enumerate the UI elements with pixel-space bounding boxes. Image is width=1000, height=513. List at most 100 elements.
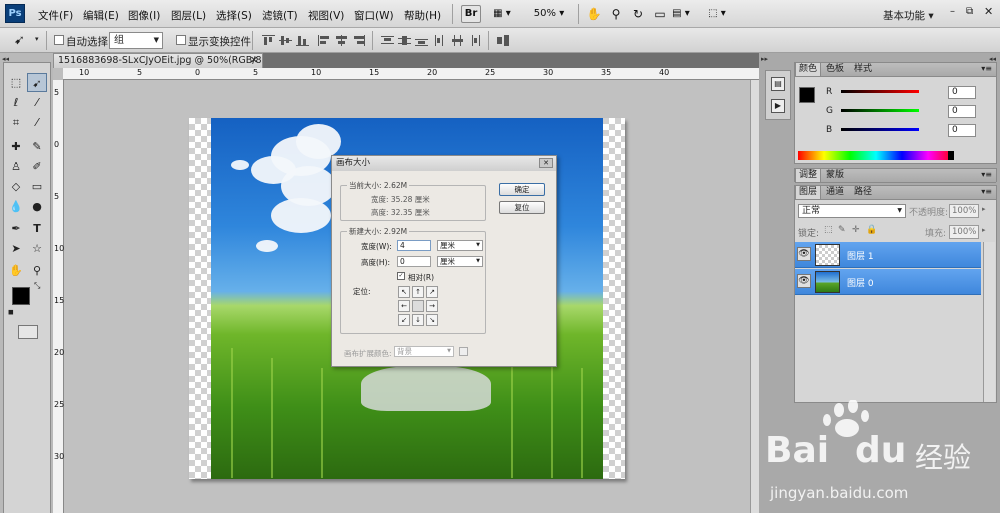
auto-select-checkbox[interactable] [54,35,64,45]
workspace-switcher[interactable]: 基本功能 ▾ [883,8,934,23]
relative-checkbox[interactable]: ✓ [397,272,405,280]
distribute-vcenter-icon[interactable] [398,35,411,46]
slider-r[interactable]: R 0 [826,86,986,100]
distribute-bottom-icon[interactable] [415,35,428,46]
panel-menu-icon[interactable]: ▾≡ [981,170,992,179]
slider-b-track[interactable] [841,128,919,131]
menu-view[interactable]: 视图(V) [308,8,344,23]
distribute-top-icon[interactable] [381,35,394,46]
ok-button[interactable]: 确定 [499,183,545,196]
tab-color[interactable]: 颜色 [795,63,822,76]
slider-g-value[interactable]: 0 [948,105,976,118]
anchor-w-icon[interactable]: ← [398,300,410,312]
align-vcenter-icon[interactable] [279,35,292,46]
color-spectrum-bar[interactable] [798,151,954,160]
eyedropper-tool-icon[interactable]: ⁄ [27,113,47,132]
quick-mask-icon[interactable] [18,325,38,339]
brush-tool-icon[interactable]: ✎ [27,137,47,156]
menu-image[interactable]: 图像(I) [128,8,160,23]
tab-styles[interactable]: 样式 [851,63,875,76]
color-foreground-swatch[interactable] [799,87,815,103]
zoom-tool-icon[interactable]: ⚲ [27,261,47,280]
tab-paths[interactable]: 路径 [851,186,875,199]
blend-mode-select[interactable]: 正常 ▼ [798,204,906,218]
anchor-nw-icon[interactable]: ↖ [398,286,410,298]
distribute-right-icon[interactable] [468,35,481,46]
layer-row[interactable]: 👁 图层 0 [795,269,981,295]
align-hcenter-icon[interactable] [335,35,348,46]
chevron-down-icon[interactable]: ▾ [35,35,39,43]
layer-row[interactable]: 👁 图层 1 [795,242,981,268]
crop-tool-icon[interactable]: ⌗ [6,113,26,132]
screen-mode-button[interactable]: ⬚ ▾ [702,5,732,23]
lock-position-icon[interactable]: ✛ [852,225,860,235]
slider-b-value[interactable]: 0 [948,124,976,137]
eraser-tool-icon[interactable]: ◇ [6,177,26,196]
menu-file[interactable]: 文件(F) [38,8,73,23]
panel-menu-icon[interactable]: ▾≡ [981,187,992,196]
fill-input[interactable]: 100% [949,225,979,239]
magic-wand-tool-icon[interactable]: ⁄ [27,93,47,112]
align-top-icon[interactable] [262,35,275,46]
blur-tool-icon[interactable]: 💧 [6,197,26,216]
path-selection-tool-icon[interactable]: ➤ [6,239,26,258]
tab-adjustments[interactable]: 调整 [795,169,822,182]
slider-r-track[interactable] [841,90,919,93]
history-panel-icon[interactable]: ▤ [771,77,785,91]
vertical-scrollbar[interactable] [750,80,759,513]
slider-r-value[interactable]: 0 [948,86,976,99]
lock-pixels-icon[interactable]: ✎ [838,225,846,235]
shape-tool-icon[interactable]: ☆ [27,239,47,258]
type-tool-icon[interactable]: T [27,219,47,238]
arrange-documents-button[interactable]: ▤ ▾ [664,5,698,23]
bridge-button[interactable]: Br [461,5,481,23]
anchor-sw-icon[interactable]: ↙ [398,314,410,326]
reset-button[interactable]: 复位 [499,201,545,214]
eye-icon[interactable]: 👁 [797,247,811,261]
spectrum-black[interactable] [948,151,954,160]
menu-select[interactable]: 选择(S) [216,8,252,23]
anchor-se-icon[interactable]: ↘ [426,314,438,326]
move-tool-icon[interactable]: ➹ [27,73,47,92]
healing-brush-tool-icon[interactable]: ✚ [6,137,26,156]
clone-stamp-tool-icon[interactable]: ♙ [6,157,26,176]
anchor-e-icon[interactable]: → [426,300,438,312]
zoom-level-dropdown[interactable]: 50% ▾ [528,5,570,23]
anchor-n-icon[interactable]: ↑ [412,286,424,298]
distribute-hcenter-icon[interactable] [451,35,464,46]
dodge-tool-icon[interactable]: ● [27,197,47,216]
lasso-tool-icon[interactable]: ℓ [6,93,26,112]
eye-icon[interactable]: 👁 [797,274,811,288]
view-extras-button[interactable]: ▦ ▾ [487,5,517,23]
slider-b[interactable]: B 0 [826,124,986,138]
slider-g-track[interactable] [841,109,919,112]
align-left-icon[interactable] [318,35,331,46]
marquee-tool-icon[interactable]: ⬚ [6,73,26,92]
hand-tool-icon[interactable]: ✋ [585,5,603,23]
close-tab-icon[interactable]: ✕ [250,54,258,67]
layers-scrollbar[interactable] [983,242,995,402]
history-brush-tool-icon[interactable]: ✐ [27,157,47,176]
tab-channels[interactable]: 通道 [823,186,847,199]
tab-masks[interactable]: 蒙版 [823,169,847,182]
actions-panel-icon[interactable]: ▶ [771,99,785,113]
default-colors-icon[interactable]: ◼ [8,308,14,316]
foreground-color-swatch[interactable] [12,287,30,305]
collapse-arrows-icon[interactable]: ▸▸ [761,55,768,63]
chevron-right-icon[interactable]: ▸ [982,205,986,213]
menu-layer[interactable]: 图层(L) [171,8,206,23]
height-unit-select[interactable]: 厘米 ▼ [437,256,483,267]
close-icon[interactable]: ✕ [984,5,993,18]
minimize-icon[interactable]: – [950,6,955,17]
menu-window[interactable]: 窗口(W) [354,8,394,23]
restore-icon[interactable]: ⧉ [966,6,973,17]
align-right-icon[interactable] [352,35,365,46]
anchor-center-icon[interactable] [412,300,424,312]
show-transform-checkbox[interactable] [176,35,186,45]
menu-filter[interactable]: 滤镜(T) [262,8,298,23]
panel-menu-icon[interactable]: ▾≡ [981,64,992,73]
chevron-right-icon[interactable]: ▸ [982,226,986,234]
move-tool-preset-icon[interactable]: ➹ [14,33,25,48]
document-tab[interactable]: 1516883698-SLxCJyOEit.jpg @ 50%(RGB/8#) … [53,53,263,68]
tab-layers[interactable]: 图层 [795,186,822,199]
